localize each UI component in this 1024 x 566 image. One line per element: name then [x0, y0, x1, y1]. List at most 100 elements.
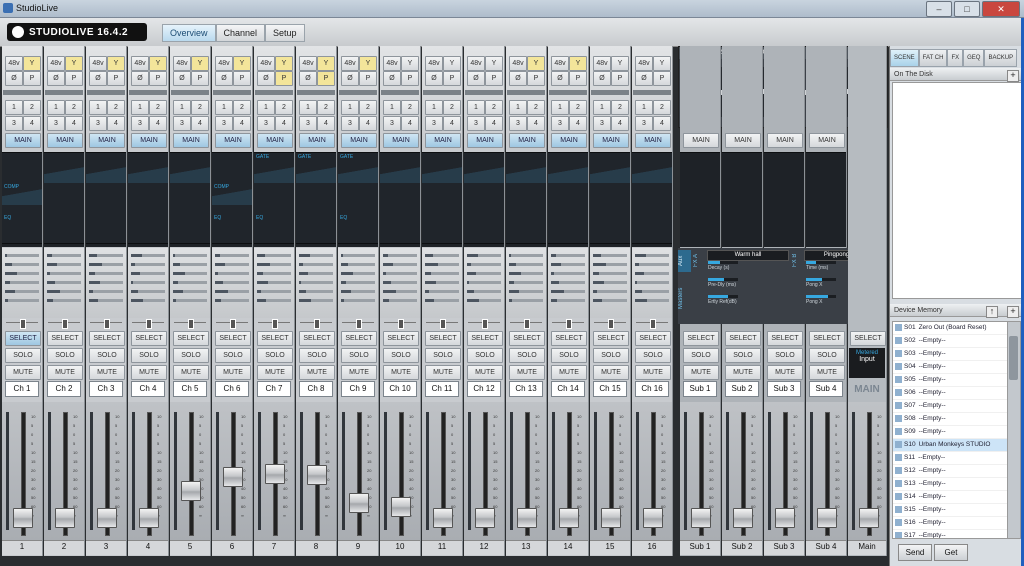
select-button[interactable]: SELECT: [5, 331, 41, 346]
channel-fader-cap[interactable]: [349, 493, 369, 514]
assign-3-button[interactable]: 3: [299, 116, 317, 131]
solo-button[interactable]: SOLO: [47, 348, 83, 363]
dynamics-display[interactable]: [422, 152, 462, 247]
sub-mute-button[interactable]: MUTE: [725, 365, 761, 380]
assign-1-button[interactable]: 1: [383, 100, 401, 115]
send-button[interactable]: Send: [898, 544, 932, 561]
dynamics-display[interactable]: GATE EQ: [254, 152, 294, 247]
aux-send-track[interactable]: [47, 272, 81, 275]
sub-mute-button[interactable]: MUTE: [809, 365, 845, 380]
channel-fader-cap[interactable]: [265, 464, 285, 484]
assign-4-button[interactable]: 4: [611, 116, 629, 131]
pre-button[interactable]: P: [527, 71, 545, 86]
assign-1-button[interactable]: 1: [5, 100, 23, 115]
sub-name[interactable]: Sub 4: [809, 381, 843, 397]
pre-button[interactable]: P: [653, 71, 671, 86]
main-assign-button[interactable]: MAIN: [593, 133, 629, 148]
aux-tab[interactable]: Aux: [678, 250, 691, 272]
pan-knob[interactable]: [524, 319, 530, 329]
sub-solo-button[interactable]: SOLO: [767, 348, 803, 363]
mute-button[interactable]: MUTE: [5, 365, 41, 380]
phase-button[interactable]: Ø: [89, 71, 107, 86]
solo-button[interactable]: SOLO: [551, 348, 587, 363]
assign-1-button[interactable]: 1: [47, 100, 65, 115]
sub-solo-button[interactable]: SOLO: [683, 348, 719, 363]
select-button[interactable]: SELECT: [47, 331, 83, 346]
pan-control[interactable]: [212, 318, 252, 329]
aux-send-track[interactable]: [341, 254, 375, 257]
phase-button[interactable]: Ø: [299, 71, 317, 86]
channel-fader-cap[interactable]: [517, 507, 537, 528]
pan-control[interactable]: [2, 318, 42, 329]
channel-fader-cap[interactable]: [643, 507, 663, 528]
select-button[interactable]: SELECT: [341, 331, 377, 346]
pan-control[interactable]: [170, 318, 210, 329]
aux-send-track[interactable]: [635, 263, 669, 266]
assign-3-button[interactable]: 3: [467, 116, 485, 131]
aux-send-track[interactable]: [341, 281, 375, 284]
phase-button[interactable]: Ø: [593, 71, 611, 86]
pan-knob[interactable]: [62, 319, 68, 329]
assign-4-button[interactable]: 4: [233, 116, 251, 131]
dynamics-display[interactable]: [506, 152, 546, 247]
main-assign-button[interactable]: MAIN: [425, 133, 461, 148]
aux-send-track[interactable]: [299, 281, 333, 284]
aux-send-track[interactable]: [593, 290, 627, 293]
aux-send-track[interactable]: [635, 281, 669, 284]
aux-send-track[interactable]: [173, 281, 207, 284]
solo-button[interactable]: SOLO: [257, 348, 293, 363]
channel-fader-cap[interactable]: [97, 507, 117, 528]
assign-1-button[interactable]: 1: [635, 100, 653, 115]
assign-2-button[interactable]: 2: [401, 100, 419, 115]
pre-button[interactable]: P: [275, 71, 293, 86]
masters-tab[interactable]: Masters: [678, 278, 691, 318]
phantom-power-icon[interactable]: Y: [149, 56, 167, 71]
scene-item[interactable]: S10 Urban Monkeys STUDIO: [893, 439, 1008, 452]
assign-3-button[interactable]: 3: [215, 116, 233, 131]
mute-button[interactable]: MUTE: [173, 365, 209, 380]
assign-3-button[interactable]: 3: [425, 116, 443, 131]
pan-control[interactable]: [590, 318, 630, 329]
on-disk-list[interactable]: [892, 82, 1023, 299]
scene-item[interactable]: S13 --Empty--: [893, 478, 1008, 491]
phantom-power-icon[interactable]: Y: [443, 56, 461, 71]
assign-4-button[interactable]: 4: [443, 116, 461, 131]
dynamics-display[interactable]: GATE EQ: [338, 152, 378, 247]
sub-fader-cap[interactable]: [775, 507, 795, 528]
fxb-param-bar[interactable]: [806, 261, 836, 264]
assign-3-button[interactable]: 3: [257, 116, 275, 131]
tab-fx[interactable]: FX: [947, 49, 964, 67]
solo-button[interactable]: SOLO: [467, 348, 503, 363]
solo-button[interactable]: SOLO: [299, 348, 335, 363]
scene-list-scrollbar[interactable]: [1007, 321, 1021, 539]
assign-1-button[interactable]: 1: [131, 100, 149, 115]
fxb-param-bar[interactable]: [806, 295, 836, 298]
scene-item[interactable]: S05 --Empty--: [893, 374, 1008, 387]
select-button[interactable]: SELECT: [299, 331, 335, 346]
main-fader-cap[interactable]: [859, 507, 879, 528]
pan-control[interactable]: [506, 318, 546, 329]
mute-button[interactable]: MUTE: [383, 365, 419, 380]
pre-button[interactable]: P: [359, 71, 377, 86]
assign-3-button[interactable]: 3: [47, 116, 65, 131]
pan-knob[interactable]: [272, 319, 278, 329]
mute-button[interactable]: MUTE: [509, 365, 545, 380]
channel-fader-cap[interactable]: [13, 507, 33, 528]
assign-4-button[interactable]: 4: [569, 116, 587, 131]
scene-item[interactable]: S17 --Empty--: [893, 530, 1008, 538]
aux-send-track[interactable]: [5, 281, 39, 284]
select-button[interactable]: SELECT: [131, 331, 167, 346]
pan-control[interactable]: [44, 318, 84, 329]
assign-3-button[interactable]: 3: [341, 116, 359, 131]
sub-solo-button[interactable]: SOLO: [809, 348, 845, 363]
phantom-48v-button[interactable]: 48v: [383, 56, 401, 71]
main-assign-button[interactable]: MAIN: [215, 133, 251, 148]
pan-control[interactable]: [380, 318, 420, 329]
main-assign-button[interactable]: MAIN: [509, 133, 545, 148]
sub-fader-cap[interactable]: [817, 507, 837, 528]
phase-button[interactable]: Ø: [551, 71, 569, 86]
aux-send-track[interactable]: [383, 272, 417, 275]
sub-select-button[interactable]: SELECT: [683, 331, 719, 346]
select-button[interactable]: SELECT: [425, 331, 461, 346]
channel-fader-cap[interactable]: [559, 507, 579, 528]
